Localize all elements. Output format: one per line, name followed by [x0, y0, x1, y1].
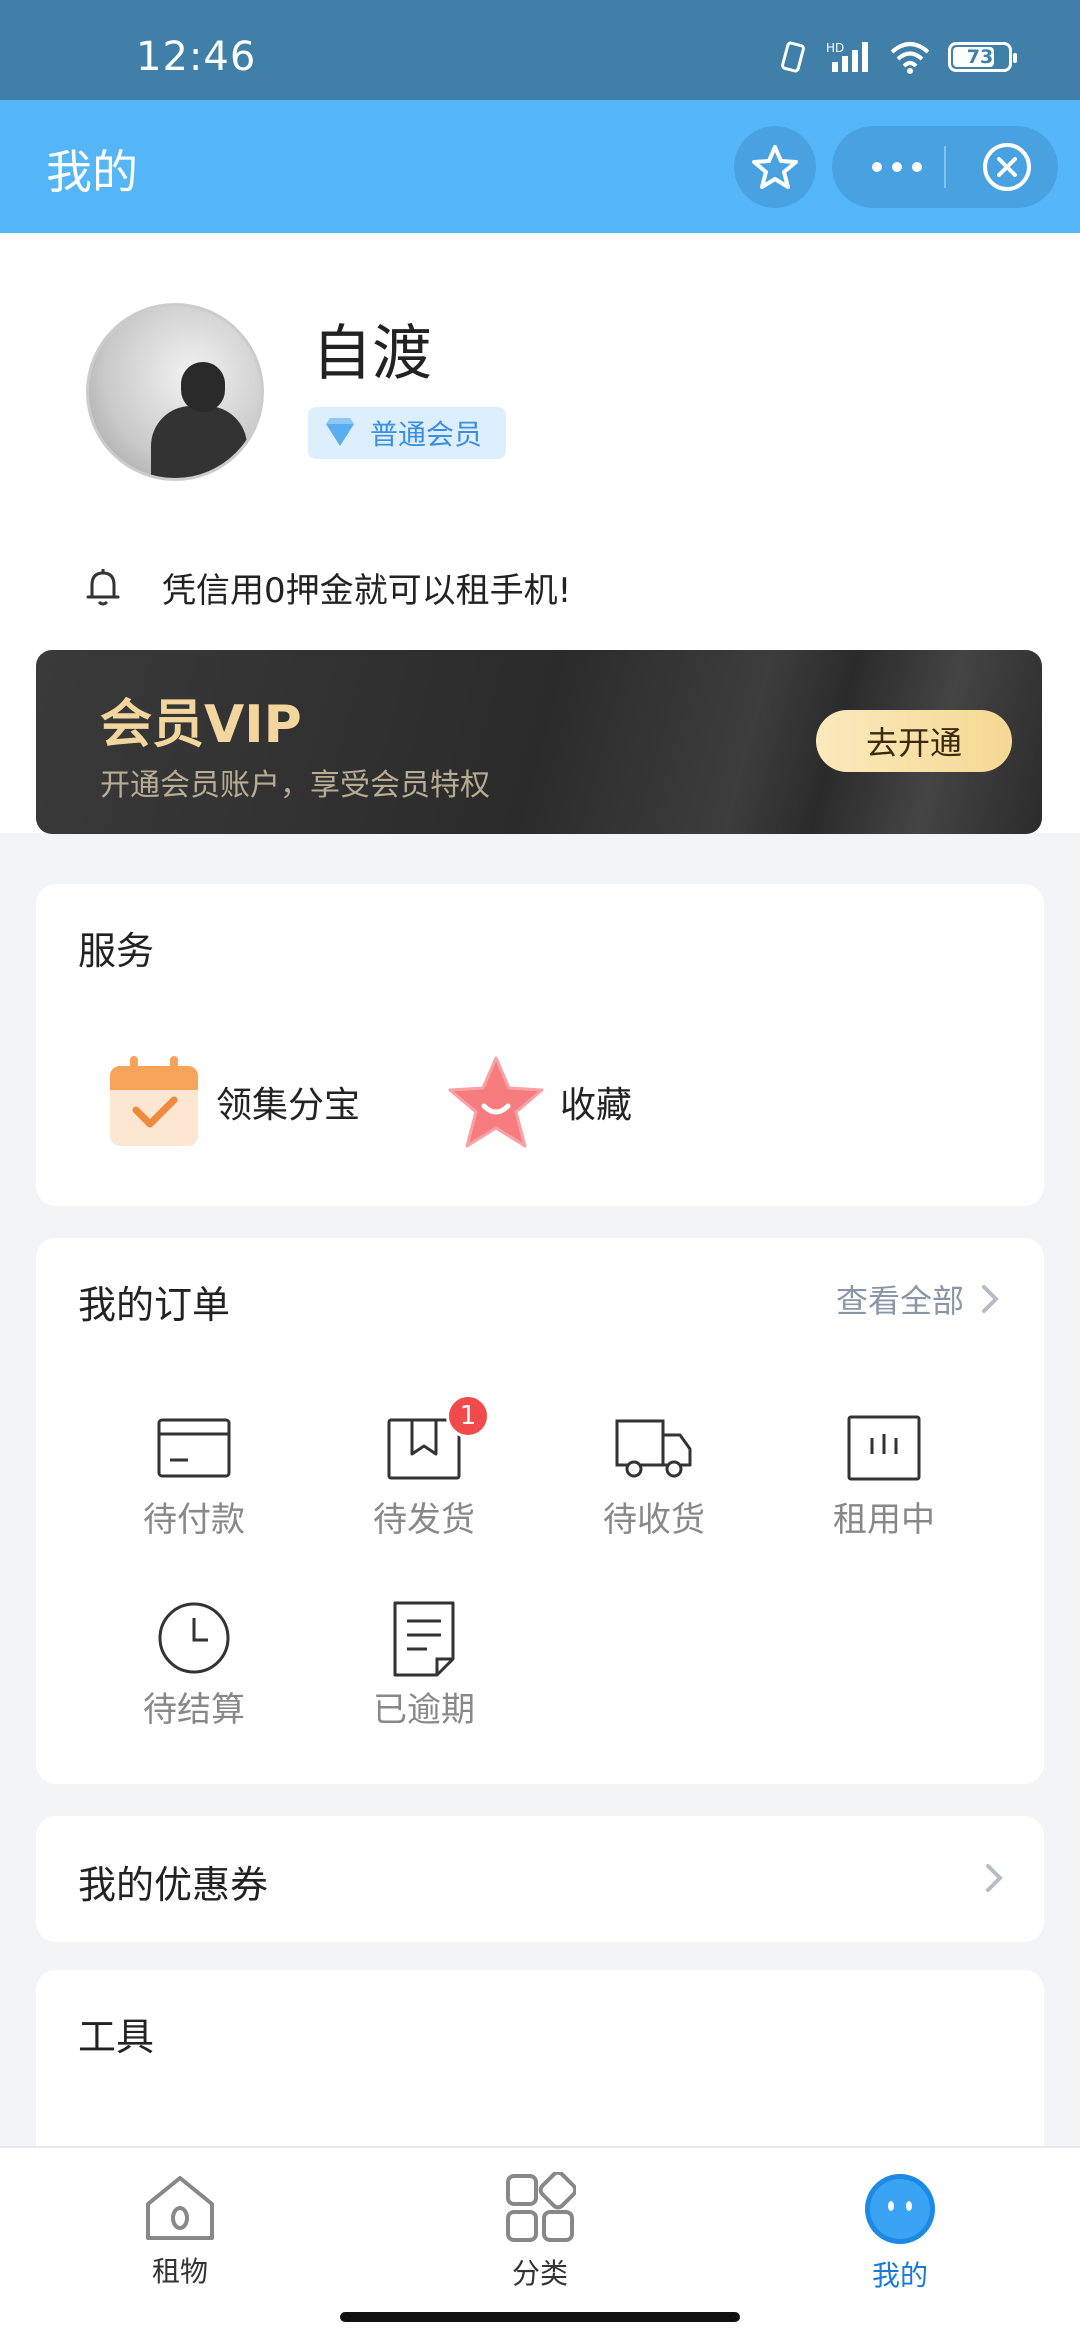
order-renting[interactable]: 租用中 — [794, 1408, 974, 1541]
status-icons: HD 73 — [776, 40, 1017, 74]
close-circle-icon — [983, 143, 1031, 191]
order-pending-receipt[interactable]: 待收货 — [564, 1408, 744, 1541]
status-bar: 12:46 HD 73 — [0, 0, 1080, 100]
truck-icon — [615, 1419, 692, 1478]
wifi-icon — [890, 42, 930, 74]
nav-item-category[interactable]: 分类 — [440, 2170, 640, 2292]
vip-open-button[interactable]: 去开通 — [816, 710, 1012, 772]
order-overdue[interactable]: 已逾期 — [334, 1598, 514, 1731]
diamond-icon — [326, 418, 354, 446]
service-item-favorites[interactable]: 收藏 — [446, 1054, 632, 1150]
nav-label-profile: 我的 — [871, 2259, 928, 2292]
order-label-pending-receipt: 待收货 — [603, 1500, 705, 1540]
view-all-orders-link[interactable]: 查看全部 — [836, 1276, 1004, 1322]
coupons-row[interactable]: 我的优惠券 — [36, 1816, 1044, 1942]
more-dots-icon — [872, 162, 922, 172]
title-bar: 我的 — [0, 100, 1080, 233]
signal-icon: HD — [826, 41, 868, 72]
calendar-check-icon — [110, 1056, 198, 1146]
order-pending-settlement[interactable]: 待结算 — [104, 1598, 284, 1731]
username: 自渡 — [312, 319, 432, 389]
battery-level: 73 — [966, 46, 994, 68]
view-all-label: 查看全部 — [835, 1282, 964, 1320]
status-time: 12:46 — [136, 34, 257, 80]
profile-face-icon — [865, 2174, 935, 2244]
notice-text: 凭信用0押金就可以租手机! — [162, 571, 572, 611]
favorite-button[interactable] — [734, 126, 816, 208]
service-label-favorites: 收藏 — [560, 1085, 633, 1126]
service-label-collect: 领集分宝 — [216, 1085, 361, 1126]
more-button[interactable] — [862, 126, 932, 208]
home-icon — [146, 2176, 214, 2240]
services-title: 服务 — [78, 929, 155, 973]
avatar[interactable] — [86, 303, 264, 481]
nav-label-rent: 租物 — [151, 2255, 208, 2288]
home-indicator — [340, 2312, 740, 2322]
svg-text:HD: HD — [826, 41, 844, 55]
order-label-overdue: 已逾期 — [373, 1690, 475, 1730]
notice-bar: 凭信用0押金就可以租手机! — [80, 563, 571, 612]
clock-icon — [158, 1602, 230, 1674]
order-label-renting: 租用中 — [833, 1500, 935, 1540]
nav-item-rent[interactable]: 租物 — [80, 2172, 280, 2290]
card-icon — [157, 1418, 231, 1478]
order-pending-shipment[interactable]: 待发货 1 — [334, 1394, 514, 1541]
capsule-divider — [944, 146, 946, 188]
nav-item-profile[interactable]: 我的 — [800, 2172, 1000, 2294]
document-icon — [393, 1601, 455, 1677]
order-label-pending-payment: 待付款 — [143, 1500, 245, 1540]
vip-banner[interactable]: 会员VIP 开通会员账户，享受会员特权 去开通 — [36, 650, 1042, 834]
vip-subtitle: 开通会员账户，享受会员特权 — [100, 768, 490, 803]
services-card: 服务 领集分宝 收藏 — [36, 884, 1044, 1206]
nav-label-category: 分类 — [511, 2257, 568, 2290]
tools-title: 工具 — [78, 2015, 155, 2059]
vip-title: 会员VIP — [100, 695, 302, 755]
category-icon — [506, 2170, 578, 2242]
member-badge[interactable]: 普通会员 — [308, 407, 506, 459]
member-level: 普通会员 — [370, 418, 483, 451]
page-title: 我的 — [46, 145, 138, 199]
star-outline-icon — [752, 145, 798, 189]
orders-title: 我的订单 — [78, 1283, 231, 1327]
bell-icon — [86, 568, 120, 605]
chevron-right-icon — [986, 1864, 1003, 1892]
coupons-title: 我的优惠券 — [78, 1863, 269, 1907]
tools-card: 工具 — [36, 1970, 1044, 2170]
order-label-pending-shipment: 待发货 — [373, 1500, 475, 1540]
orders-card: 我的订单 查看全部 待付款 待发货 1 待收货 租用中 待结算 已逾期 — [36, 1238, 1044, 1784]
vibrate-icon — [781, 41, 805, 73]
order-count-badge: 1 — [446, 1394, 490, 1438]
close-button[interactable] — [966, 126, 1048, 208]
battery-icon: 73 — [948, 42, 1017, 72]
order-pending-payment[interactable]: 待付款 — [104, 1408, 284, 1541]
rental-icon — [847, 1415, 921, 1481]
service-item-collect[interactable]: 领集分宝 — [106, 1054, 360, 1150]
star-icon — [448, 1056, 544, 1148]
chevron-right-icon — [982, 1285, 999, 1313]
bottom-nav: 租物 分类 我的 — [0, 2146, 1080, 2340]
mini-program-capsule — [832, 126, 1058, 208]
order-label-pending-settlement: 待结算 — [143, 1690, 245, 1730]
